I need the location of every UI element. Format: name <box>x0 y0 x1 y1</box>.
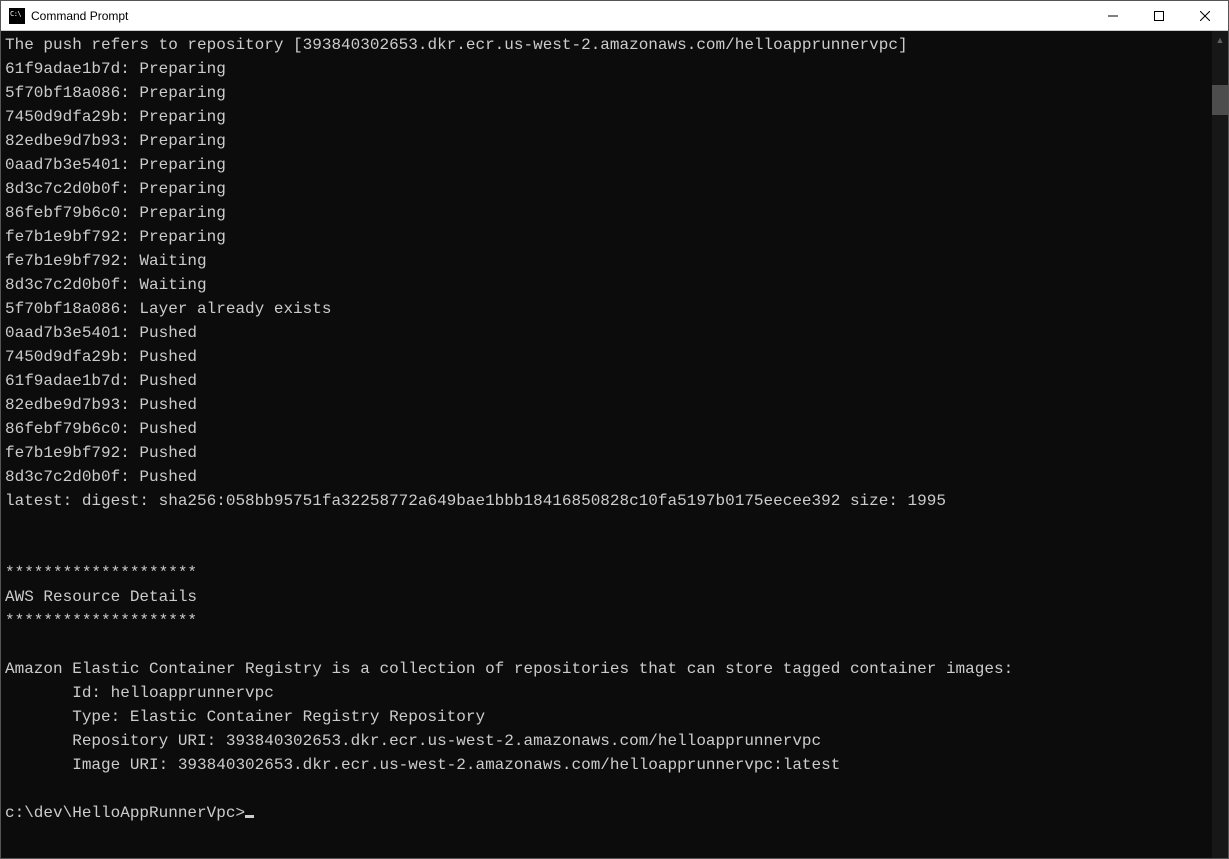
terminal-output[interactable]: The push refers to repository [393840302… <box>1 31 1212 858</box>
terminal-line: 0aad7b3e5401: Pushed <box>5 321 1208 345</box>
maximize-button[interactable] <box>1136 1 1182 30</box>
terminal-line: 8d3c7c2d0b0f: Waiting <box>5 273 1208 297</box>
terminal-line: latest: digest: sha256:058bb95751fa32258… <box>5 489 1208 513</box>
terminal-line: 61f9adae1b7d: Pushed <box>5 369 1208 393</box>
terminal-line: Amazon Elastic Container Registry is a c… <box>5 657 1208 681</box>
terminal-line: 86febf79b6c0: Preparing <box>5 201 1208 225</box>
terminal-line: ******************** <box>5 561 1208 585</box>
terminal-line: The push refers to repository [393840302… <box>5 33 1208 57</box>
minimize-button[interactable] <box>1090 1 1136 30</box>
terminal-line: 7450d9dfa29b: Pushed <box>5 345 1208 369</box>
terminal-line <box>5 513 1208 537</box>
terminal-line: 5f70bf18a086: Layer already exists <box>5 297 1208 321</box>
terminal-line: 82edbe9d7b93: Preparing <box>5 129 1208 153</box>
cmd-icon <box>9 8 25 24</box>
terminal-line <box>5 777 1208 801</box>
terminal-line: 5f70bf18a086: Preparing <box>5 81 1208 105</box>
close-button[interactable] <box>1182 1 1228 30</box>
scroll-thumb[interactable] <box>1212 85 1228 115</box>
vertical-scrollbar[interactable]: ▲ <box>1212 31 1228 858</box>
terminal-line: 61f9adae1b7d: Preparing <box>5 57 1208 81</box>
terminal-prompt-line: c:\dev\HelloAppRunnerVpc> <box>5 801 1208 825</box>
terminal-line: Type: Elastic Container Registry Reposit… <box>5 705 1208 729</box>
terminal-area: The push refers to repository [393840302… <box>1 31 1228 858</box>
terminal-line: 0aad7b3e5401: Preparing <box>5 153 1208 177</box>
window-title: Command Prompt <box>31 9 1090 23</box>
terminal-line: AWS Resource Details <box>5 585 1208 609</box>
scroll-up-arrow[interactable]: ▲ <box>1212 31 1228 48</box>
terminal-line: fe7b1e9bf792: Preparing <box>5 225 1208 249</box>
terminal-line: 8d3c7c2d0b0f: Pushed <box>5 465 1208 489</box>
terminal-line: Image URI: 393840302653.dkr.ecr.us-west-… <box>5 753 1208 777</box>
terminal-line: Id: helloapprunnervpc <box>5 681 1208 705</box>
terminal-line: fe7b1e9bf792: Waiting <box>5 249 1208 273</box>
terminal-line <box>5 537 1208 561</box>
terminal-line: 8d3c7c2d0b0f: Preparing <box>5 177 1208 201</box>
terminal-cursor <box>245 815 254 818</box>
terminal-line: 82edbe9d7b93: Pushed <box>5 393 1208 417</box>
terminal-line: fe7b1e9bf792: Pushed <box>5 441 1208 465</box>
window-controls <box>1090 1 1228 30</box>
terminal-line: 7450d9dfa29b: Preparing <box>5 105 1208 129</box>
terminal-prompt: c:\dev\HelloAppRunnerVpc> <box>5 804 245 822</box>
terminal-line: 86febf79b6c0: Pushed <box>5 417 1208 441</box>
window-titlebar: Command Prompt <box>1 1 1228 31</box>
terminal-line: ******************** <box>5 609 1208 633</box>
terminal-line <box>5 633 1208 657</box>
terminal-line: Repository URI: 393840302653.dkr.ecr.us-… <box>5 729 1208 753</box>
